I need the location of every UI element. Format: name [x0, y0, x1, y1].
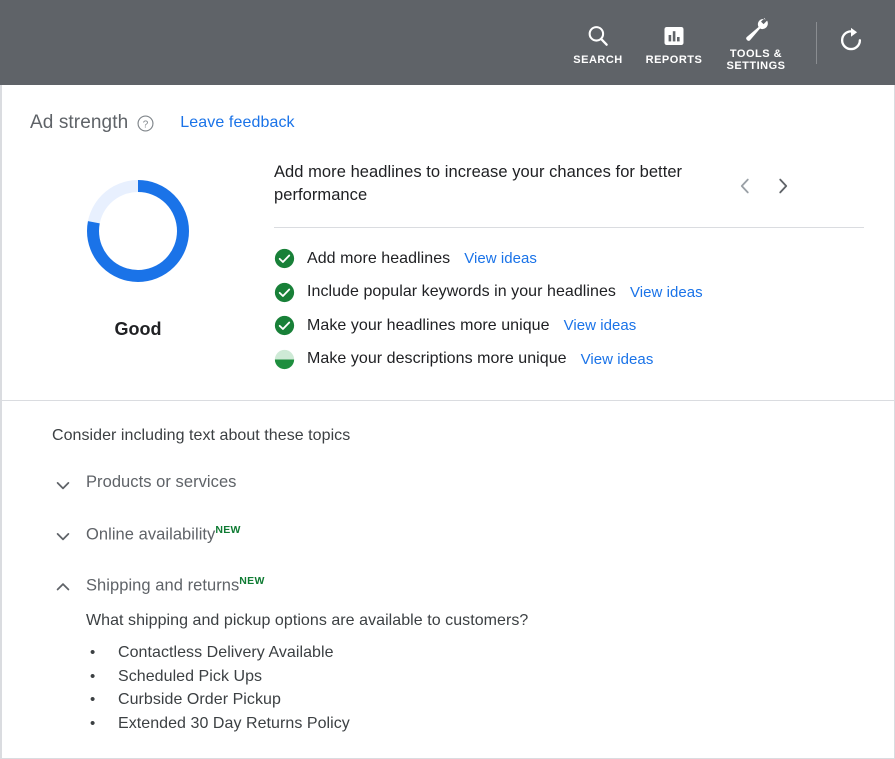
check-circle-icon [274, 248, 295, 269]
bullet-item: • Scheduled Pick Ups [90, 665, 894, 689]
suggestion-text: Include popular keywords in your headlin… [307, 283, 616, 301]
topnav-search[interactable]: SEARCH [560, 19, 636, 66]
ad-strength-header: Ad strength ? Leave feedback [2, 85, 894, 137]
suggestions-list: Add more headlines View ideas Include po… [274, 228, 879, 376]
topics-section: Consider including text about these topi… [2, 401, 894, 735]
chevron-right-icon[interactable] [772, 175, 794, 197]
topnav-reports-label: REPORTS [646, 54, 703, 66]
ad-strength-gauge-column: Good [2, 147, 274, 376]
suggestion-text: Make your headlines more unique [307, 317, 550, 335]
chevron-left-icon[interactable] [734, 175, 756, 197]
nav-arrows [734, 161, 804, 197]
new-badge: NEW [215, 524, 240, 536]
bullet-item: • Curbside Order Pickup [90, 688, 894, 712]
topnav-tools-settings[interactable]: TOOLS & SETTINGS [712, 13, 800, 72]
chevron-down-icon [52, 525, 74, 547]
app-root: SEARCH REPORTS TOOLS & SETTINGS [0, 0, 895, 759]
page-title: Ad strength [30, 112, 128, 134]
topic-label-text: Products or services [86, 473, 236, 491]
bullet-text: Contactless Delivery Available [118, 641, 334, 665]
ad-strength-body: Good Add more headlines to increase your… [2, 137, 894, 376]
topic-expanded-content: What shipping and pickup options are ava… [52, 598, 894, 735]
suggestion-headline-row: Add more headlines to increase your chan… [274, 161, 879, 207]
top-navigation-bar: SEARCH REPORTS TOOLS & SETTINGS [0, 0, 895, 85]
topic-label: Shipping and returnsNEW [86, 575, 265, 596]
suggestions-column: Add more headlines to increase your chan… [274, 147, 894, 376]
suggestion-item: Make your headlines more unique View ide… [274, 309, 879, 343]
suggestion-text: Add more headlines [307, 250, 450, 268]
new-badge: NEW [239, 575, 264, 587]
topic-row-online-availability[interactable]: Online availabilityNEW [52, 524, 894, 547]
bullet-text: Scheduled Pick Ups [118, 665, 262, 689]
svg-text:?: ? [143, 119, 149, 130]
view-ideas-link[interactable]: View ideas [630, 284, 703, 301]
topic-bullet-list: • Contactless Delivery Available • Sched… [86, 641, 894, 735]
topnav-search-label: SEARCH [573, 54, 622, 66]
view-ideas-link[interactable]: View ideas [464, 250, 537, 267]
bullet-dot-icon: • [90, 712, 118, 736]
topic-question: What shipping and pickup options are ava… [86, 612, 894, 630]
view-ideas-link[interactable]: View ideas [581, 351, 654, 368]
search-icon [585, 21, 611, 51]
bullet-dot-icon: • [90, 665, 118, 689]
topic-label-text: Shipping and returns [86, 577, 239, 595]
topic-label-text: Online availability [86, 526, 215, 544]
check-circle-icon [274, 315, 295, 336]
leave-feedback-link[interactable]: Leave feedback [180, 114, 294, 132]
topic-row-products-or-services[interactable]: Products or services [52, 473, 894, 496]
topnav-reports[interactable]: REPORTS [636, 19, 712, 66]
bullet-text: Curbside Order Pickup [118, 688, 281, 712]
suggestion-text: Make your descriptions more unique [307, 350, 567, 368]
suggestion-item: Add more headlines View ideas [274, 242, 879, 276]
ad-strength-gauge [82, 175, 194, 287]
bar-chart-icon [662, 21, 686, 51]
ad-strength-rating-label: Good [115, 319, 162, 340]
bullet-item: • Contactless Delivery Available [90, 641, 894, 665]
check-circle-icon [274, 282, 295, 303]
topics-title: Consider including text about these topi… [52, 427, 894, 445]
suggestion-headline: Add more headlines to increase your chan… [274, 161, 734, 207]
bullet-text: Extended 30 Day Returns Policy [118, 712, 350, 736]
topic-label: Online availabilityNEW [86, 524, 241, 545]
wrench-icon [742, 15, 770, 45]
help-circle-icon[interactable]: ? [136, 114, 155, 133]
suggestion-item: Make your descriptions more unique View … [274, 343, 879, 377]
topnav-tools-settings-label: TOOLS & SETTINGS [726, 48, 785, 72]
topbar-divider [816, 22, 817, 64]
bullet-dot-icon: • [90, 688, 118, 712]
ad-strength-panel: Ad strength ? Leave feedback [0, 85, 895, 759]
chevron-up-icon [52, 576, 74, 598]
topic-label: Products or services [86, 473, 236, 492]
view-ideas-link[interactable]: View ideas [564, 317, 637, 334]
bullet-item: • Extended 30 Day Returns Policy [90, 712, 894, 736]
bullet-dot-icon: • [90, 641, 118, 665]
suggestion-item: Include popular keywords in your headlin… [274, 276, 879, 310]
refresh-button[interactable] [831, 23, 871, 63]
half-filled-circle-icon [274, 349, 295, 370]
refresh-icon [837, 26, 865, 59]
topic-row-shipping-and-returns[interactable]: Shipping and returnsNEW [52, 575, 894, 598]
chevron-down-icon [52, 474, 74, 496]
